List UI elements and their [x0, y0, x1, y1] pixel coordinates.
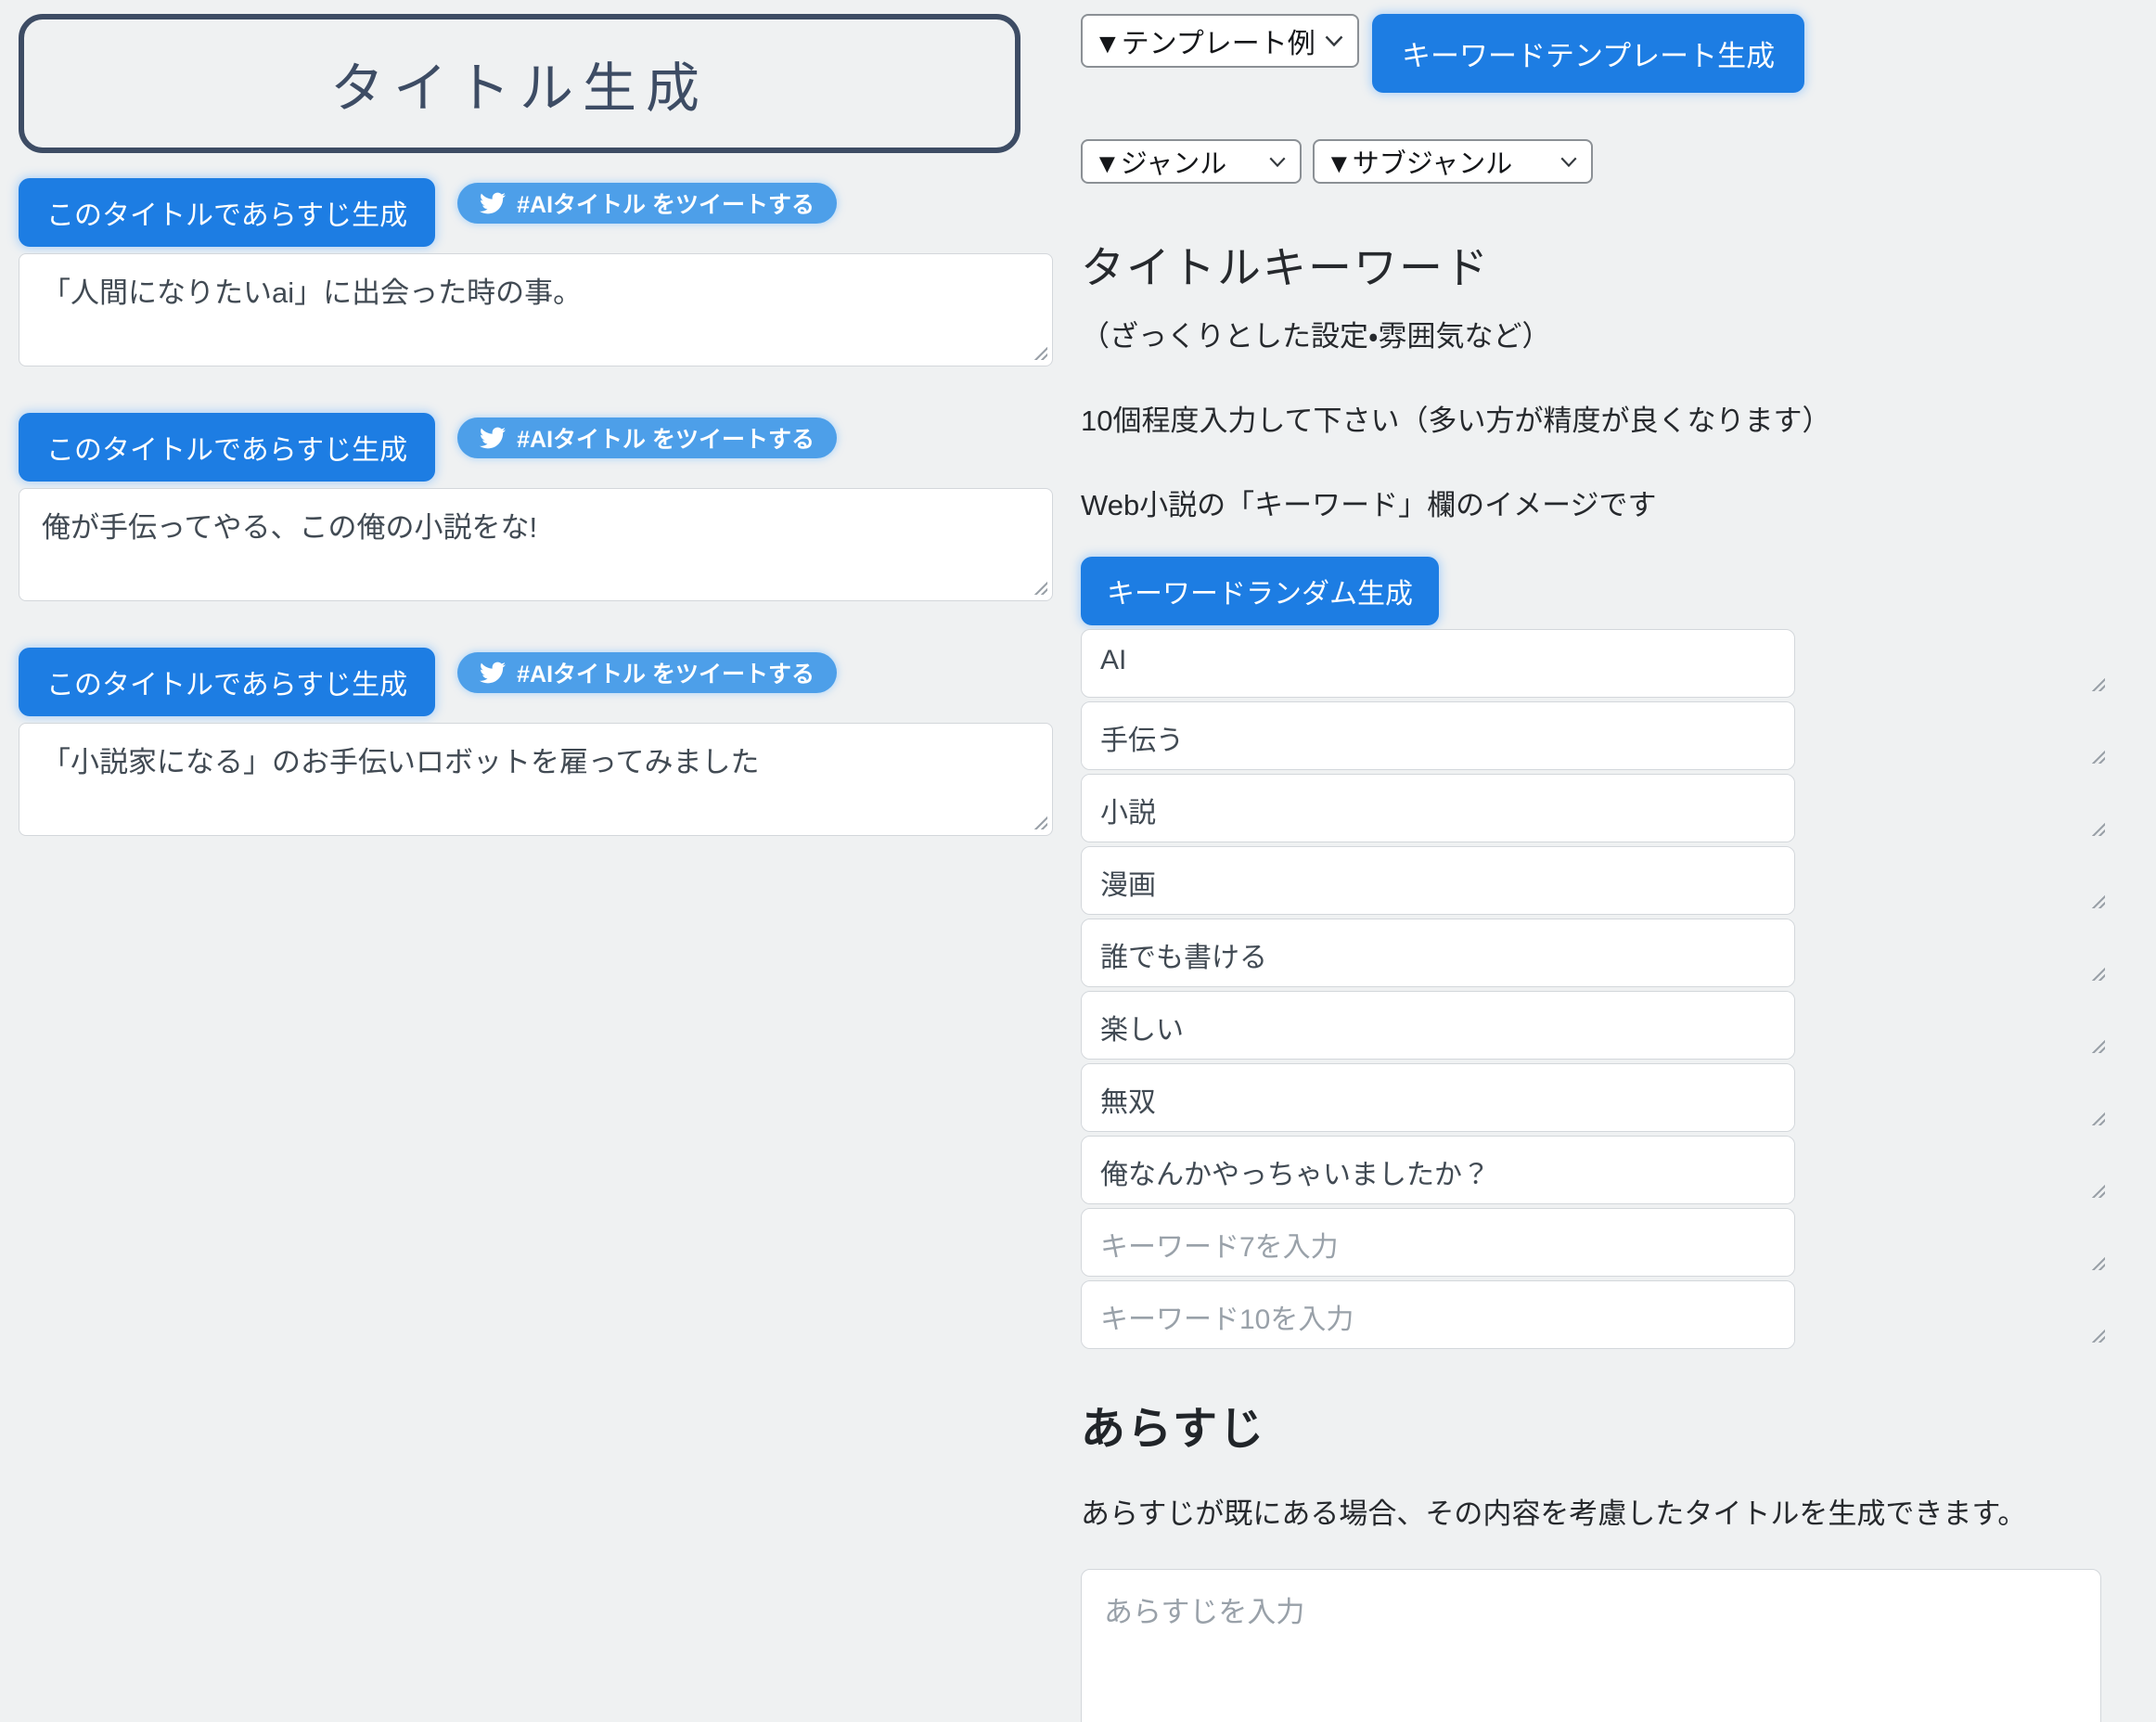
generated-title-field: 俺が手伝ってやる、この俺の小説をな!: [19, 488, 1053, 601]
generated-title-group: このタイトルであらすじ生成 #AIタイトル をツイートする 「人間になりたいai…: [19, 178, 1053, 366]
result-actions: このタイトルであらすじ生成 #AIタイトル をツイートする: [19, 648, 1053, 716]
keyword-field: [1081, 1208, 2111, 1277]
keywords-column: ▼テンプレート例 キーワードテンプレート生成 ▼ジャンル ▼サブジャンル タイト…: [1081, 14, 2111, 1722]
subgenre-select[interactable]: ▼サブジャンル: [1313, 139, 1593, 184]
keyword-template-generate-button[interactable]: キーワードテンプレート生成: [1372, 14, 1804, 93]
tweet-button-label: #AIタイトル をツイートする: [517, 656, 815, 689]
keyword-input-7[interactable]: 無双: [1081, 1063, 1795, 1132]
tweet-button[interactable]: #AIタイトル をツイートする: [457, 652, 837, 693]
keyword-field: 小説: [1081, 774, 2111, 842]
keywords-note-web-novel: Web小説の「キーワード」欄のイメージです: [1081, 482, 2111, 523]
tweet-button-label: #AIタイトル をツイートする: [517, 186, 815, 220]
keyword-input-6[interactable]: 楽しい: [1081, 991, 1795, 1060]
synopsis-field: [1081, 1569, 2111, 1722]
chevron-down-icon: [1559, 156, 1578, 168]
keyword-field: 楽しい: [1081, 991, 2111, 1060]
generated-title-field: 「小説家になる」のお手伝いロボットを雇ってみました: [19, 723, 1053, 836]
keyword-random-generate-button[interactable]: キーワードランダム生成: [1081, 557, 1439, 625]
keyword-input-10[interactable]: [1081, 1280, 1795, 1349]
keyword-input-5[interactable]: 誰でも書ける: [1081, 919, 1795, 987]
chevron-down-icon: [1268, 156, 1287, 168]
keywords-note-count: 10個程度入力して下さい（多い方が精度が良くなります）: [1081, 397, 2111, 439]
keyword-field: 無双: [1081, 1063, 2111, 1132]
genre-select[interactable]: ▼ジャンル: [1081, 139, 1302, 184]
keyword-input-1[interactable]: AI: [1081, 629, 1795, 698]
page-title: タイトル生成: [330, 45, 709, 122]
twitter-icon: [480, 425, 506, 451]
keyword-input-4[interactable]: 漫画: [1081, 846, 1795, 915]
generate-synopsis-button[interactable]: このタイトルであらすじ生成: [19, 413, 435, 482]
template-select-value: ▼テンプレート例: [1094, 20, 1315, 61]
keyword-field: 俺なんかやっちゃいましたか？: [1081, 1136, 2111, 1204]
result-actions: このタイトルであらすじ生成 #AIタイトル をツイートする: [19, 178, 1053, 247]
synopsis-description: あらすじが既にある場合、その内容を考慮したタイトルを生成できます。: [1081, 1490, 2111, 1532]
template-select[interactable]: ▼テンプレート例: [1081, 14, 1359, 68]
tweet-button-label: #AIタイトル をツイートする: [517, 421, 815, 455]
template-row: ▼テンプレート例 キーワードテンプレート生成: [1081, 14, 2111, 93]
generated-title-group: このタイトルであらすじ生成 #AIタイトル をツイートする 「小説家になる」のお…: [19, 648, 1053, 836]
keyword-input-8[interactable]: 俺なんかやっちゃいましたか？: [1081, 1136, 1795, 1204]
subgenre-select-value: ▼サブジャンル: [1326, 142, 1512, 181]
page-title-box: タイトル生成: [19, 14, 1020, 153]
synopsis-input[interactable]: [1081, 1569, 2101, 1722]
keywords-heading: タイトルキーワード: [1081, 232, 2111, 296]
title-generator-page: タイトル生成 このタイトルであらすじ生成 #AIタイトル をツイートする 「人間…: [0, 0, 2156, 1722]
synopsis-heading: あらすじ: [1081, 1392, 2111, 1457]
keyword-field: 誰でも書ける: [1081, 919, 2111, 987]
result-actions: このタイトルであらすじ生成 #AIタイトル をツイートする: [19, 413, 1053, 482]
keywords-note-setting: （ざっくりとした設定・雰囲気など）: [1081, 313, 2111, 354]
twitter-icon: [480, 660, 506, 686]
generated-title-textarea[interactable]: 俺が手伝ってやる、この俺の小説をな!: [19, 488, 1053, 601]
keyword-input-9[interactable]: [1081, 1208, 1795, 1277]
keyword-list: AI 手伝う 小説 漫画 誰でも書ける 楽しい 無双 俺なんかやっちゃいましたか…: [1081, 629, 2111, 1349]
generated-title-group: このタイトルであらすじ生成 #AIタイトル をツイートする 俺が手伝ってやる、こ…: [19, 413, 1053, 601]
keyword-field: 手伝う: [1081, 701, 2111, 770]
twitter-icon: [480, 190, 506, 216]
keyword-field: 漫画: [1081, 846, 2111, 915]
generated-title-field: 「人間になりたいai」に出会った時の事。: [19, 253, 1053, 366]
genre-row: ▼ジャンル ▼サブジャンル: [1081, 139, 2111, 184]
generate-synopsis-button[interactable]: このタイトルであらすじ生成: [19, 178, 435, 247]
results-column: タイトル生成 このタイトルであらすじ生成 #AIタイトル をツイートする 「人間…: [19, 14, 1053, 882]
keyword-field: AI: [1081, 629, 2111, 698]
genre-select-value: ▼ジャンル: [1094, 142, 1226, 181]
tweet-button[interactable]: #AIタイトル をツイートする: [457, 418, 837, 458]
keyword-input-2[interactable]: 手伝う: [1081, 701, 1795, 770]
generate-synopsis-button[interactable]: このタイトルであらすじ生成: [19, 648, 435, 716]
generated-title-textarea[interactable]: 「人間になりたいai」に出会った時の事。: [19, 253, 1053, 366]
keyword-input-3[interactable]: 小説: [1081, 774, 1795, 842]
chevron-down-icon: [1324, 34, 1344, 47]
tweet-button[interactable]: #AIタイトル をツイートする: [457, 183, 837, 224]
generated-title-textarea[interactable]: 「小説家になる」のお手伝いロボットを雇ってみました: [19, 723, 1053, 836]
keyword-field: [1081, 1280, 2111, 1349]
